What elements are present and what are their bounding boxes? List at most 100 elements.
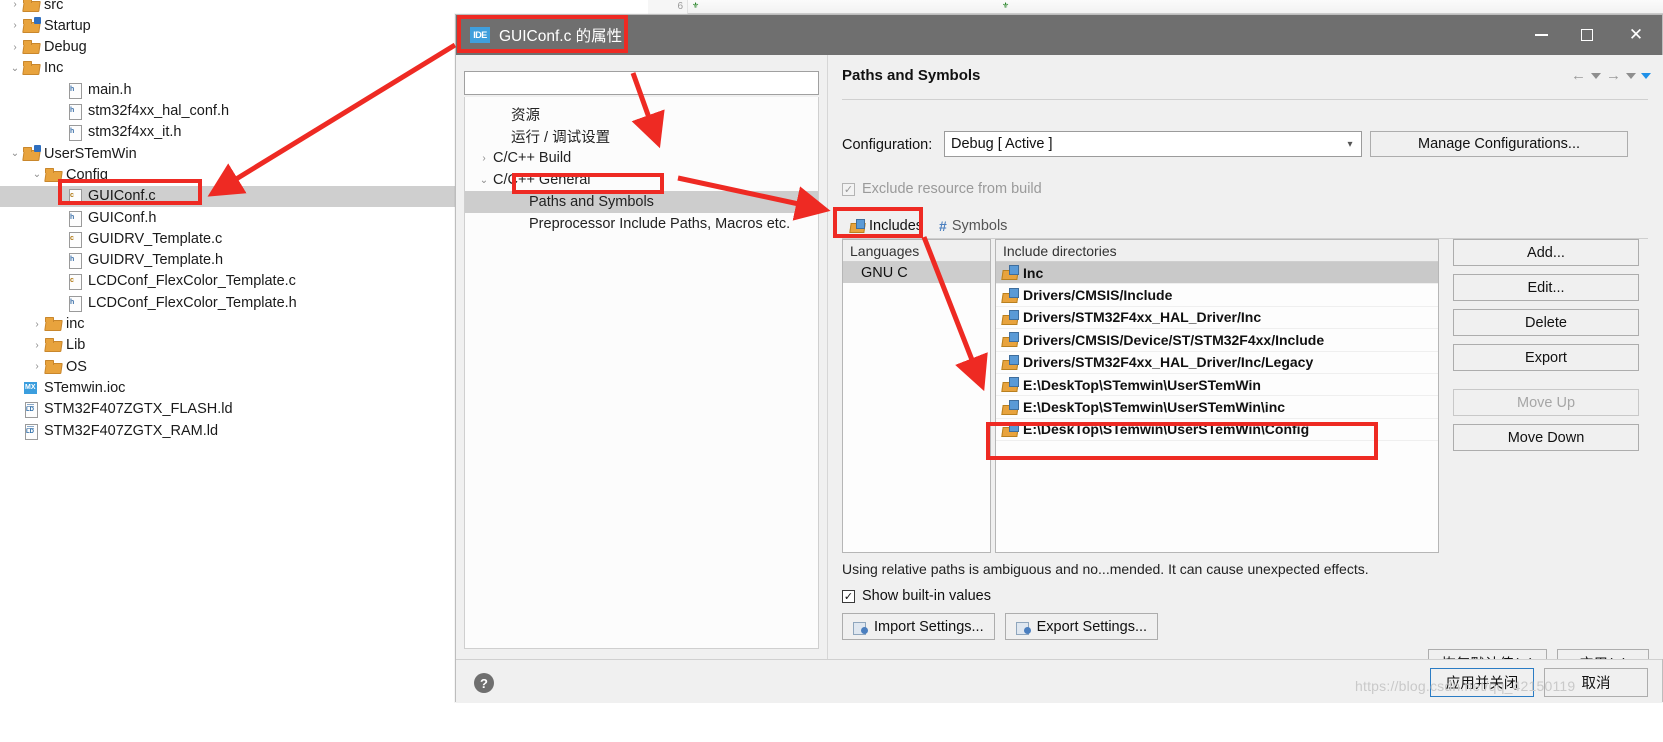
- back-dropdown-caret-icon[interactable]: [1591, 72, 1601, 79]
- export-icon: [1015, 620, 1031, 635]
- export-button[interactable]: Export: [1453, 344, 1639, 371]
- tree-item[interactable]: h GUIDRV_Template.h: [0, 250, 460, 271]
- tree-item[interactable]: › Startup: [0, 15, 460, 36]
- minimize-button[interactable]: [1518, 15, 1564, 55]
- tree-item[interactable]: ⌄ UserSTemWin: [0, 143, 460, 164]
- settings-nav-item-label: Paths and Symbols: [529, 194, 654, 210]
- include-directory-row[interactable]: Inc: [996, 262, 1438, 285]
- relative-paths-hint: Using relative paths is ambiguous and no…: [842, 561, 1369, 577]
- h-file-icon: h: [66, 82, 84, 99]
- include-directory-row[interactable]: Drivers/STM32F4xx_HAL_Driver/Inc/Legacy: [996, 352, 1438, 374]
- include-action-buttons: Add... Edit... Delete Export Move Up Move Dow…: [1453, 239, 1648, 459]
- include-directory-row[interactable]: E:\DeskTop\STemwin\UserSTemWin\Config: [996, 419, 1438, 442]
- tree-item[interactable]: h stm32f4xx_it.h: [0, 122, 460, 143]
- import-settings-label: Import Settings...: [874, 618, 984, 635]
- settings-nav-item[interactable]: › C/C++ Build: [465, 147, 818, 169]
- tab-symbols[interactable]: # Symbols: [931, 213, 1015, 239]
- edit-button[interactable]: Edit...: [1453, 274, 1639, 301]
- expand-twisty-icon[interactable]: ›: [30, 340, 44, 351]
- configuration-select[interactable]: Debug [ Active ] ▾: [944, 131, 1362, 157]
- tree-item[interactable]: › src: [0, 0, 460, 15]
- tree-item[interactable]: › OS: [0, 356, 460, 377]
- pane-tabs[interactable]: Includes # Symbols: [842, 213, 1015, 239]
- tree-item[interactable]: h stm32f4xx_hal_conf.h: [0, 101, 460, 122]
- tree-item-label: GUIConf.c: [88, 188, 156, 205]
- tree-item[interactable]: h GUIConf.h: [0, 207, 460, 228]
- language-row-gnu-c[interactable]: GNU C: [843, 262, 990, 283]
- ld-file-icon: LD: [22, 423, 40, 440]
- tree-item[interactable]: LD STM32F407ZGTX_RAM.ld: [0, 420, 460, 441]
- settings-nav-item[interactable]: Paths and Symbols: [465, 191, 818, 213]
- expand-twisty-icon[interactable]: ›: [8, 42, 22, 53]
- forward-arrow-icon[interactable]: →: [1606, 67, 1621, 84]
- tab-includes[interactable]: Includes: [842, 213, 932, 239]
- expand-twisty-icon[interactable]: ⌄: [8, 63, 22, 74]
- settings-nav-item[interactable]: ⌄ C/C++ General: [465, 169, 818, 191]
- tree-item[interactable]: › Debug: [0, 37, 460, 58]
- expand-twisty-icon[interactable]: ›: [30, 319, 44, 330]
- tree-item[interactable]: › Lib: [0, 335, 460, 356]
- tree-item[interactable]: c GUIDRV_Template.c: [0, 228, 460, 249]
- chevron-down-icon: ▾: [1347, 138, 1353, 150]
- languages-table[interactable]: Languages GNU C: [842, 239, 991, 553]
- tree-item[interactable]: c GUIConf.c: [0, 185, 460, 207]
- move-down-button[interactable]: Move Down: [1453, 424, 1639, 451]
- tree-item[interactable]: LD STM32F407ZGTX_FLASH.ld: [0, 399, 460, 420]
- settings-nav-tree[interactable]: 资源运行 / 调试设置 › C/C++ Build ⌄ C/C++ General Pat…: [464, 97, 819, 649]
- tree-item[interactable]: ⌄ Config: [0, 164, 460, 185]
- exclude-resource-row[interactable]: ✓ Exclude resource from build: [842, 181, 1042, 197]
- expand-twisty-icon[interactable]: ⌄: [8, 148, 22, 159]
- include-directory-row[interactable]: Drivers/CMSIS/Device/ST/STM32F4xx/Includ…: [996, 329, 1438, 352]
- import-settings-button[interactable]: Import Settings...: [842, 613, 995, 640]
- settings-nav-item[interactable]: Preprocessor Include Paths, Macros etc.: [465, 213, 818, 235]
- tree-item[interactable]: MX STemwin.ioc: [0, 377, 460, 398]
- include-directories-column-header: Include directories: [996, 240, 1438, 262]
- settings-nav-item-label: 运行 / 调试设置: [511, 129, 611, 146]
- tree-item[interactable]: c LCDConf_FlexColor_Template.c: [0, 271, 460, 292]
- tree-item-label: STM32F407ZGTX_FLASH.ld: [44, 401, 233, 418]
- back-arrow-icon[interactable]: ←: [1571, 67, 1586, 84]
- manage-configurations-button[interactable]: Manage Configurations...: [1370, 131, 1628, 157]
- tree-item[interactable]: › inc: [0, 314, 460, 335]
- include-directory-row[interactable]: Drivers/CMSIS/Include: [996, 284, 1438, 307]
- tree-item[interactable]: h main.h: [0, 79, 460, 100]
- expand-twisty-icon[interactable]: ⌄: [475, 175, 493, 186]
- pane-menu-caret-icon[interactable]: [1641, 72, 1651, 79]
- folder-badge: [34, 144, 41, 152]
- editor-line-number: 6: [648, 0, 688, 14]
- ld-tag: LD: [26, 407, 34, 414]
- close-button[interactable]: ✕: [1610, 15, 1662, 55]
- add-button[interactable]: Add...: [1453, 239, 1639, 266]
- tree-item[interactable]: ⌄ Inc: [0, 58, 460, 79]
- include-directory-row[interactable]: E:\DeskTop\STemwin\UserSTemWin\inc: [996, 396, 1438, 419]
- file-type-tag: h: [70, 85, 74, 93]
- help-icon[interactable]: ?: [474, 673, 494, 693]
- settings-filter-input[interactable]: [464, 71, 819, 95]
- settings-nav-item[interactable]: 运行 / 调试设置: [465, 125, 818, 147]
- include-directory-row[interactable]: Drivers/STM32F4xx_HAL_Driver/Inc: [996, 307, 1438, 330]
- exclude-resource-checkbox[interactable]: ✓: [842, 182, 855, 196]
- tree-item-label: OS: [66, 358, 87, 375]
- settings-nav-item[interactable]: 资源: [465, 103, 818, 125]
- expand-twisty-icon[interactable]: ›: [475, 153, 493, 164]
- expand-twisty-icon[interactable]: ⌄: [30, 169, 44, 180]
- expand-twisty-icon[interactable]: ›: [8, 0, 22, 10]
- project-explorer-tree[interactable]: › src › Startup › Debug ⌄ Inc h main.h h stm32f4xx_…: [0, 0, 460, 742]
- export-settings-button[interactable]: Export Settings...: [1004, 613, 1159, 640]
- include-directory-path: Drivers/STM32F4xx_HAL_Driver/Inc: [1023, 309, 1262, 326]
- delete-button[interactable]: Delete: [1453, 309, 1639, 336]
- tree-item[interactable]: h LCDConf_FlexColor_Template.h: [0, 292, 460, 313]
- h-file-icon: h: [66, 210, 84, 227]
- show-builtin-checkbox[interactable]: ✓: [842, 589, 855, 603]
- include-directory-path: Drivers/STM32F4xx_HAL_Driver/Inc/Legacy: [1023, 354, 1314, 371]
- include-folder-icon: [1002, 421, 1019, 436]
- include-directory-row[interactable]: E:\DeskTop\STemwin\UserSTemWin: [996, 374, 1438, 397]
- expand-twisty-icon[interactable]: ›: [30, 361, 44, 372]
- include-directories-table[interactable]: Include directories Inc Drivers/CMSIS/Inc…: [995, 239, 1439, 553]
- folder-badge-icon: [22, 16, 41, 34]
- expand-twisty-icon[interactable]: ›: [8, 20, 22, 31]
- show-builtin-row[interactable]: ✓ Show built-in values: [842, 588, 991, 604]
- maximize-button[interactable]: [1564, 15, 1610, 55]
- forward-dropdown-caret-icon[interactable]: [1626, 72, 1636, 79]
- show-builtin-label: Show built-in values: [862, 588, 991, 604]
